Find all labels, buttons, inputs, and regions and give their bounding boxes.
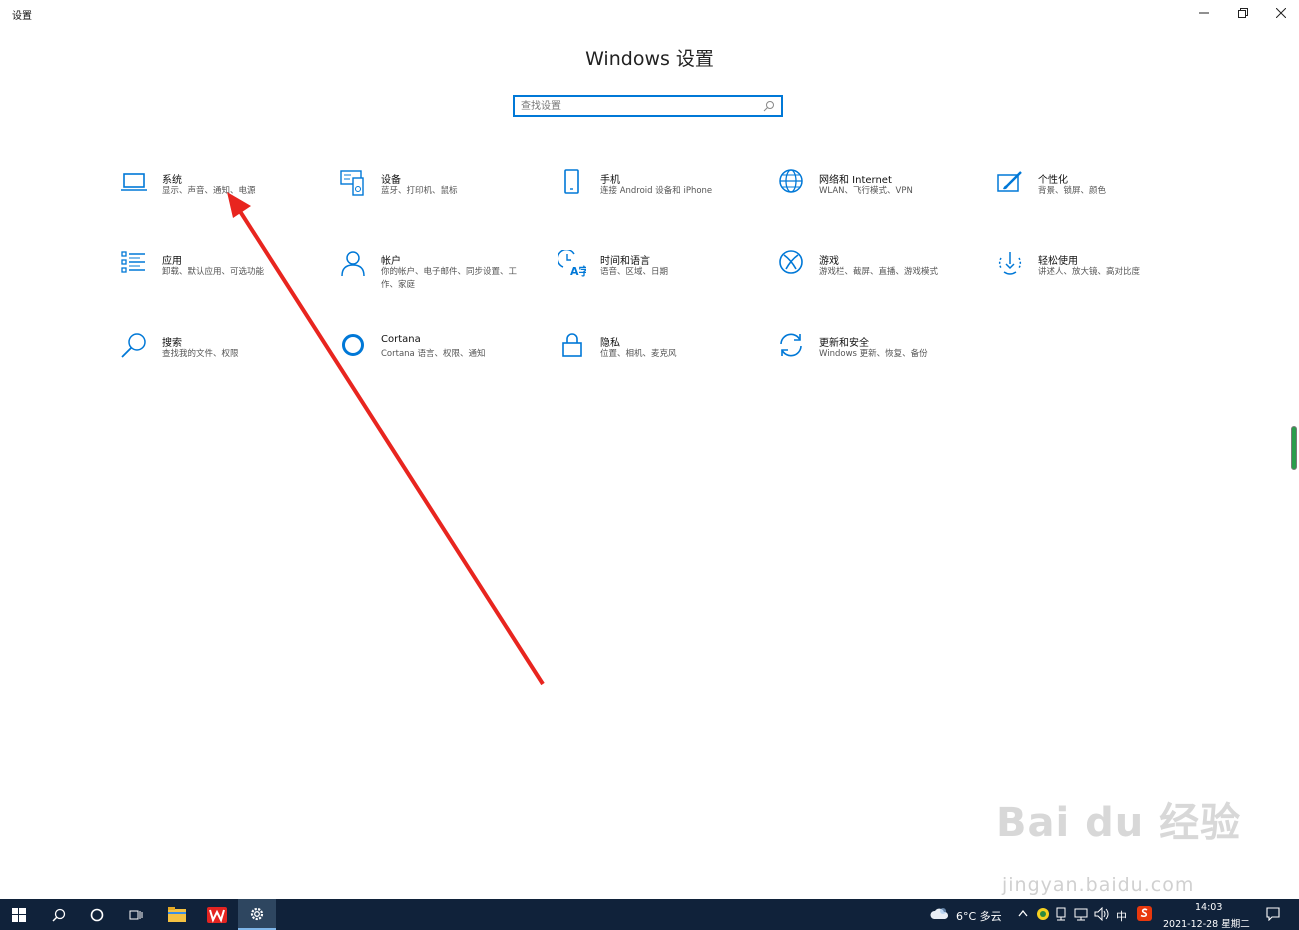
cortana-ring-icon [90,908,104,921]
folder-icon [168,907,186,922]
taskbar: 6°C 多云 中 14:03 2021-12-28 星期二 [0,899,1299,930]
wps-logo-icon [207,906,227,923]
start-button[interactable] [0,899,38,930]
clock-date[interactable]: 2021-12-28 星期二 [1163,916,1250,930]
settings-taskbar-button[interactable] [238,899,276,930]
ime-indicator[interactable]: 中 [1116,908,1127,924]
search-icon [52,908,66,922]
tray-app-icon[interactable] [1036,907,1050,921]
watermark-url: jingyan.baidu.com [1002,874,1195,896]
chevron-up-icon[interactable] [1018,909,1028,917]
weather-text[interactable]: 6°C 多云 [956,908,1002,924]
clock-time[interactable]: 14:03 [1195,902,1222,913]
taskbar-search-button[interactable] [40,899,78,930]
gear-icon [250,907,264,920]
windows-logo-icon [12,907,26,922]
notification-icon[interactable] [1266,907,1280,921]
volume-icon[interactable] [1094,907,1110,921]
sogou-input-icon[interactable] [1137,906,1152,921]
task-view-icon [129,910,143,919]
network-icon[interactable] [1074,907,1088,921]
task-view-button[interactable] [117,899,155,930]
watermark-logo: Bai du 经验 [996,800,1242,846]
scroll-indicator[interactable] [1291,426,1297,470]
wps-button[interactable] [198,899,236,930]
weather-cloud-icon [930,908,949,919]
cortana-button[interactable] [78,899,116,930]
file-explorer-button[interactable] [158,899,196,930]
usb-device-icon[interactable] [1055,907,1067,921]
